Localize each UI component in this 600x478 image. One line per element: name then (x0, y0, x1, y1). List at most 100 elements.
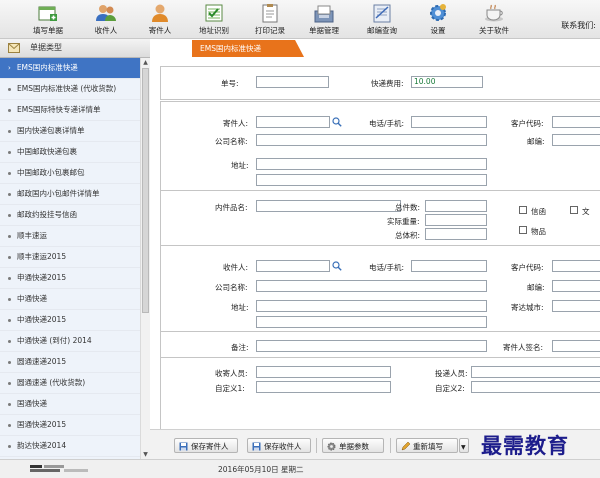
deliverer-input[interactable] (471, 366, 600, 378)
bullet-icon (8, 171, 11, 175)
file-checkbox[interactable] (570, 206, 578, 214)
toolbar-separator (390, 438, 391, 453)
bullet-icon (8, 255, 11, 259)
tab-ems-standard[interactable]: EMS国内标准快递 (192, 40, 304, 57)
recipient-phone-input[interactable] (411, 260, 487, 272)
total-volume-label: 总体积: (395, 231, 421, 240)
save-recipient-label: 保存收件人 (264, 442, 302, 451)
actual-weight-input[interactable] (425, 214, 487, 226)
order-panel: 单号: 快递费用: 10.00 (160, 66, 600, 100)
address-recognition-button[interactable]: 地址识别 (188, 2, 240, 36)
sidebar-item[interactable]: 顺丰速运 (0, 226, 140, 247)
sidebar-header: 单据类型 (0, 39, 150, 58)
recipient-company-input[interactable] (256, 280, 487, 292)
custom1-label: 自定义1: (215, 384, 245, 393)
recipient-address-input-2[interactable] (256, 316, 487, 328)
destination-city-label: 寄达城市: (511, 303, 544, 312)
address-recognition-icon (205, 4, 223, 22)
collector-label: 收寄人员: (215, 369, 248, 378)
sidebar-scrollbar[interactable]: ▲ ▼ (140, 58, 150, 459)
sender-customer-code-input[interactable] (552, 116, 600, 128)
edit-pencil-icon (401, 442, 410, 451)
goods-checkbox[interactable] (519, 226, 527, 234)
sender-label: 寄件人 (148, 26, 172, 35)
refill-dropdown-button[interactable]: ▼ (459, 438, 469, 453)
custom1-input[interactable] (256, 381, 391, 393)
sidebar-item[interactable]: 中通快递2015 (0, 310, 140, 331)
sidebar-item[interactable]: › EMS国内标准快递 (0, 58, 140, 79)
sender-postcode-input[interactable] (552, 134, 600, 146)
sidebar-item[interactable]: 中通快递 (0, 289, 140, 310)
sender-name-input[interactable] (256, 116, 330, 128)
collector-input[interactable] (256, 366, 391, 378)
order-no-input[interactable] (256, 76, 329, 88)
postcode-query-icon (373, 4, 391, 23)
letter-checkbox[interactable] (519, 206, 527, 214)
scroll-down-icon[interactable]: ▼ (142, 451, 149, 458)
sidebar-item[interactable]: EMS国际特快专递详情单 (0, 100, 140, 121)
sidebar-item[interactable]: 中国邮政小包裹邮包 (0, 163, 140, 184)
fee-input[interactable]: 10.00 (411, 76, 483, 88)
main-toolbar: 填写单据 收件人 寄件人 地址识别 打印记录 单据管理 邮编查询 设置 关于软件… (0, 0, 600, 39)
sender-address-input-1[interactable] (256, 158, 487, 170)
settings-button[interactable]: 设置 (412, 2, 464, 36)
recipient-customer-code-label: 客户代码: (511, 263, 544, 272)
scrollbar-thumb[interactable] (142, 68, 149, 313)
chevron-down-icon: ▼ (461, 444, 466, 451)
sidebar-item-label: 中国邮政小包裹邮包 (17, 168, 85, 177)
save-recipient-button[interactable]: 保存收件人 (247, 438, 311, 453)
sidebar-item-label: 圆通速递 (代收货款) (17, 378, 86, 387)
recipient-customer-code-input[interactable] (552, 260, 600, 272)
contact-us-link[interactable]: 联系我们: (561, 20, 596, 31)
destination-city-input[interactable] (552, 300, 600, 312)
about-button[interactable]: 关于软件 (468, 2, 520, 36)
fill-form-button[interactable]: 填写单据 (22, 2, 74, 36)
fee-label: 快递费用: (371, 79, 404, 88)
recipient-postcode-label: 邮编: (527, 283, 545, 292)
sidebar-item[interactable]: 韵达快递2014 (0, 436, 140, 457)
sidebar-item[interactable]: 中国邮政快递包裹 (0, 142, 140, 163)
recipient-name-input[interactable] (256, 260, 330, 272)
sidebar-item[interactable]: 顺丰速运2015 (0, 247, 140, 268)
goods-checkbox-label: 物品 (531, 227, 546, 236)
sidebar-item[interactable]: 邮政国内小包邮件详情单 (0, 184, 140, 205)
recipient-address-input-1[interactable] (256, 300, 487, 312)
sidebar-item[interactable]: EMS国内标准快递 (代收货款) (0, 79, 140, 100)
custom2-input[interactable] (471, 381, 600, 393)
sidebar-item[interactable]: 国通快递2015 (0, 415, 140, 436)
sidebar-item[interactable]: 中通快递 (到付) 2014 (0, 331, 140, 352)
sidebar-item[interactable]: 圆通速递 (代收货款) (0, 373, 140, 394)
refill-button[interactable]: 重新填写 (396, 438, 458, 453)
sidebar-item[interactable]: 邮政约投挂号信函 (0, 205, 140, 226)
sender-button[interactable]: 寄件人 (134, 2, 186, 36)
item-name-input[interactable] (256, 200, 401, 212)
bullet-icon (8, 381, 11, 385)
scroll-up-icon[interactable]: ▲ (142, 59, 149, 66)
bullet-icon (8, 318, 11, 322)
print-log-button[interactable]: 打印记录 (244, 2, 296, 36)
recipients-button[interactable]: 收件人 (80, 2, 132, 36)
bullet-icon (8, 360, 11, 364)
order-params-button[interactable]: 单据参数 (322, 438, 384, 453)
sender-address-input-2[interactable] (256, 174, 487, 186)
sender-phone-input[interactable] (411, 116, 487, 128)
sidebar-item[interactable]: 国内快递包裹详情单 (0, 121, 140, 142)
document-management-button[interactable]: 单据管理 (298, 2, 350, 36)
sidebar-item[interactable]: 国通快递 (0, 394, 140, 415)
recipient-postcode-input[interactable] (552, 280, 600, 292)
total-pieces-input[interactable] (425, 200, 487, 212)
recipient-search-icon[interactable] (332, 261, 342, 271)
sidebar-item-label: 中通快递 (17, 294, 47, 303)
postcode-query-button[interactable]: 邮编查询 (356, 2, 408, 36)
sender-signature-input[interactable] (552, 340, 600, 352)
sidebar-item[interactable]: 圆通速递2015 (0, 352, 140, 373)
remark-input[interactable] (256, 340, 487, 352)
sender-company-input[interactable] (256, 134, 487, 146)
gear-icon (327, 442, 336, 451)
address-recognition-label: 地址识别 (199, 26, 229, 35)
total-volume-input[interactable] (425, 228, 487, 240)
sidebar-item[interactable]: 申通快递2015 (0, 268, 140, 289)
recipient-company-label: 公司名称: (215, 283, 248, 292)
sender-search-icon[interactable] (332, 117, 342, 127)
save-sender-button[interactable]: 保存寄件人 (174, 438, 238, 453)
